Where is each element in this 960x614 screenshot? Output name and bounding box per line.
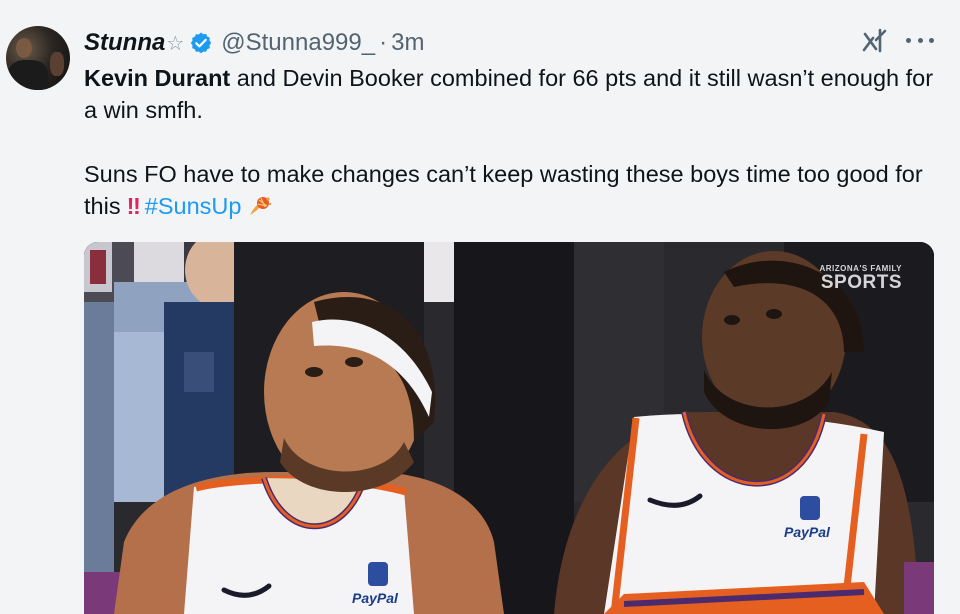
more-options-icon[interactable]	[906, 28, 934, 52]
double-exclamation-emoji: ‼	[126, 193, 141, 219]
mention-text: Kevin Durant	[84, 65, 231, 91]
timestamp[interactable]: 3m	[391, 29, 424, 57]
tweet-header: Stunna ☆ @Stunna999_ · 3m	[84, 28, 424, 58]
sun-emoji	[248, 193, 272, 215]
verified-badge-icon	[189, 31, 213, 55]
paypal-logo-left: PayPal	[352, 590, 398, 606]
avatar[interactable]	[6, 26, 70, 90]
photo-scene	[84, 242, 934, 614]
grok-icon[interactable]	[860, 26, 890, 56]
paypal-logo-right: PayPal	[784, 524, 830, 540]
hashtag-link[interactable]: #SunsUp	[145, 193, 242, 219]
display-name[interactable]: Stunna	[84, 29, 165, 57]
tweet-text: Kevin Durant and Devin Booker combined f…	[84, 62, 934, 222]
user-handle[interactable]: @Stunna999_	[221, 29, 375, 57]
watermark: ARIZONA'S FAMILY SPORTS	[819, 264, 902, 293]
tweet-card[interactable]: Stunna ☆ @Stunna999_ · 3m Kevin Durant a…	[0, 0, 960, 614]
media-image[interactable]: ARIZONA'S FAMILY SPORTS PayPal PayPal	[84, 242, 934, 614]
separator-dot: ·	[379, 29, 388, 56]
name-star-symbol: ☆	[166, 32, 185, 55]
